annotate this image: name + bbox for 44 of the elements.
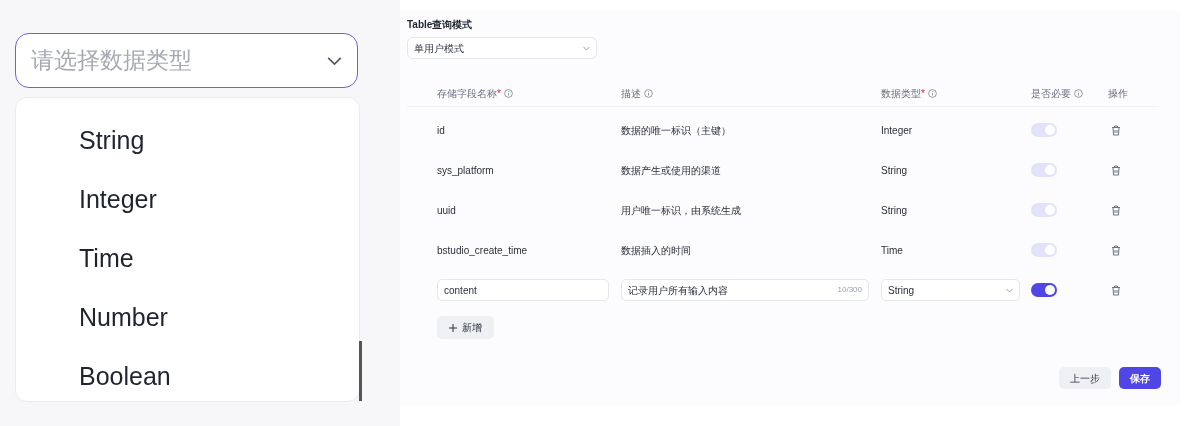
dropdown-option[interactable]: Integer [16,170,359,229]
dropdown-option[interactable]: Number [16,288,359,347]
add-button[interactable]: 新增 [437,316,494,339]
description-input[interactable]: 记录用户所有输入内容 10/300 [621,279,869,301]
dropdown-option[interactable]: String [16,111,359,170]
scrollbar[interactable] [359,341,362,401]
field-description: 数据的唯一标识（主键） [621,123,732,138]
field-name-input[interactable]: content [437,279,609,301]
field-type: Time [881,243,904,258]
chevron-down-icon [1006,287,1013,293]
field-description: 用户唯一标识，由系统生成 [621,203,742,218]
field-name: sys_platform [437,163,495,178]
trash-icon[interactable] [1111,124,1121,136]
type-select[interactable]: String [881,279,1020,301]
field-type: Integer [881,123,914,138]
required-asterisk: * [921,87,925,101]
field-name: uuid [437,203,457,218]
trash-icon[interactable] [1111,204,1121,216]
field-description: 数据产生或使用的渠道 [621,163,722,178]
query-mode-label: Table查询模式 [407,18,474,32]
trash-icon[interactable] [1111,244,1121,256]
back-button[interactable]: 上一步 [1059,367,1111,389]
trash-icon[interactable] [1111,284,1121,296]
field-name: id [437,123,446,138]
column-header: 是否必要 [1031,87,1071,101]
column-header: 数据类型 [881,87,921,101]
column-header: 操作 [1108,87,1128,101]
save-button[interactable]: 保存 [1119,367,1161,389]
plus-icon [449,323,457,332]
field-name: bstudio_create_time [437,243,529,258]
toggle-switch[interactable] [1031,283,1057,297]
field-type: String [881,163,909,178]
chevron-down-icon [327,55,342,66]
char-counter: 10/300 [837,284,862,296]
mode-select[interactable]: 单用户模式 [407,37,597,59]
column-header: 描述 [621,87,641,101]
column-header: 存储字段名称 [437,87,497,101]
dropdown-option[interactable]: Time [16,229,359,288]
dropdown-option[interactable]: Boolean [16,347,359,406]
required-asterisk: * [497,87,501,101]
chevron-down-icon [583,45,590,51]
field-description: 数据插入的时间 [621,243,692,258]
field-type: String [881,203,909,218]
trash-icon[interactable] [1111,164,1121,176]
